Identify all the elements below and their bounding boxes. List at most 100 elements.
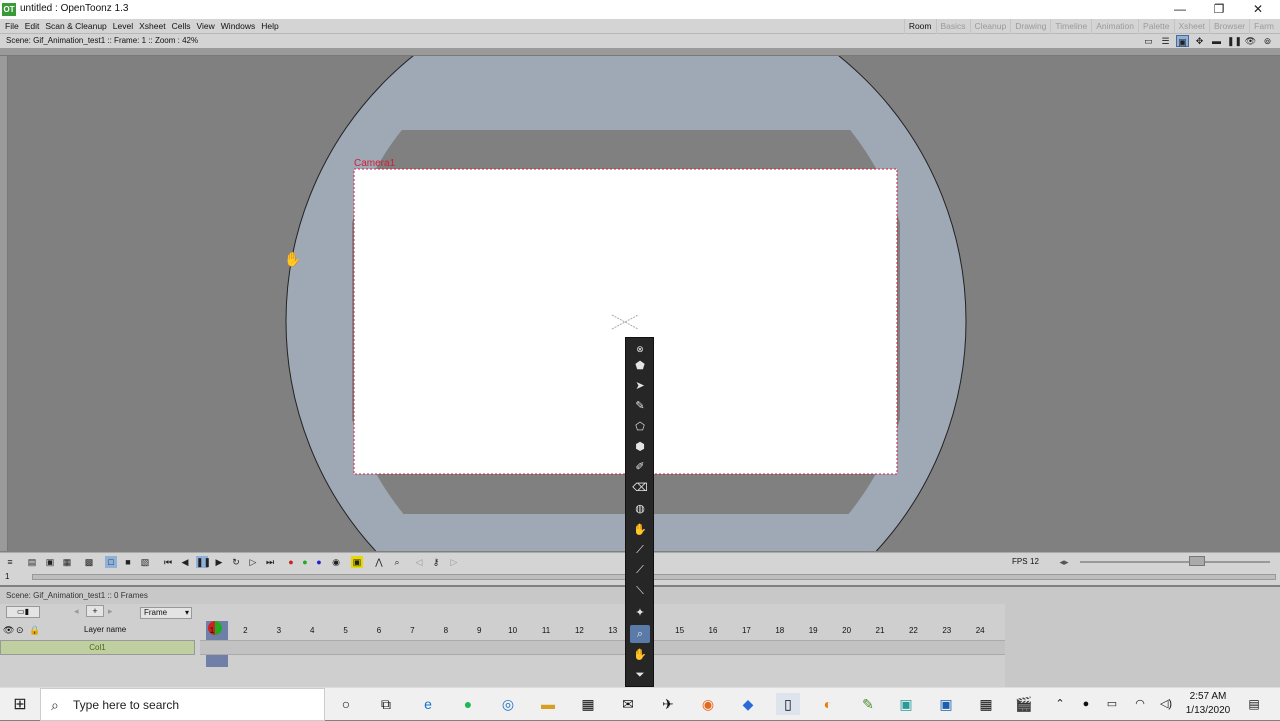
room-tab-timeline[interactable]: Timeline bbox=[1050, 19, 1091, 34]
room-tab-animation[interactable]: Animation bbox=[1091, 19, 1138, 34]
next-frame-icon[interactable]: ▷ bbox=[247, 556, 259, 568]
animate-tool-icon[interactable]: ⬟ bbox=[630, 357, 650, 375]
last-frame-icon[interactable]: ⏭ bbox=[264, 556, 276, 568]
maximize-button[interactable]: ❐ bbox=[1199, 0, 1239, 19]
minimize-button[interactable]: — bbox=[1160, 0, 1200, 19]
zoom-icon[interactable]: ⌕ bbox=[391, 556, 403, 568]
zoom-tool-icon[interactable]: ⌕ bbox=[630, 625, 650, 643]
safe-area-icon[interactable]: ▭ bbox=[1142, 35, 1155, 47]
app-icon-window[interactable]: ▣ bbox=[934, 693, 958, 715]
brush-tool-icon[interactable]: ✎ bbox=[630, 397, 650, 415]
file-explorer-icon[interactable]: ▬ bbox=[536, 693, 560, 715]
menu-xsheet[interactable]: Xsheet bbox=[136, 19, 168, 34]
firefox-icon[interactable]: ◉ bbox=[696, 693, 720, 715]
room-tab-basics[interactable]: Basics bbox=[935, 19, 970, 34]
type-tool-icon[interactable]: ⬢ bbox=[630, 438, 650, 456]
mail-icon[interactable]: ✉ bbox=[616, 693, 640, 715]
define-subcamera-icon[interactable]: ▩ bbox=[83, 556, 95, 568]
close-toolbar-icon[interactable]: ⊗ bbox=[630, 340, 650, 358]
app-icon-drop[interactable]: ◆ bbox=[736, 693, 760, 715]
key-icon[interactable]: ⚷ bbox=[430, 556, 442, 568]
room-tab-room[interactable]: Room bbox=[903, 19, 936, 34]
current-frame-field[interactable]: 1 bbox=[5, 572, 9, 581]
hand-tool-icon[interactable]: ✋ bbox=[630, 646, 650, 664]
menu-cells[interactable]: Cells bbox=[169, 19, 194, 34]
selection-tool-icon[interactable]: ➤ bbox=[630, 377, 650, 395]
room-tab-drawing[interactable]: Drawing bbox=[1010, 19, 1050, 34]
tray-chevron-icon[interactable]: ⌃ bbox=[1048, 693, 1072, 715]
fill-tool-icon[interactable]: ✐ bbox=[630, 458, 650, 476]
freeze-icon[interactable]: ❚❚ bbox=[1227, 35, 1242, 47]
vertical-ruler[interactable] bbox=[0, 56, 8, 551]
room-tab-palette[interactable]: Palette bbox=[1138, 19, 1173, 34]
store-icon[interactable]: ▦ bbox=[576, 693, 600, 715]
edge-icon[interactable]: e bbox=[416, 693, 440, 715]
field-guide-icon[interactable]: ☰ bbox=[1159, 35, 1172, 47]
fps-slider-handle[interactable] bbox=[1189, 556, 1205, 566]
app-icon-blue[interactable]: ◎ bbox=[496, 693, 520, 715]
frame-zoom-select[interactable]: Frame ▾ bbox=[140, 607, 192, 619]
taskbar-search[interactable]: ⌕ Type here to search bbox=[40, 688, 325, 721]
close-button[interactable]: ✕ bbox=[1238, 0, 1278, 19]
prev-column-icon[interactable]: ◂ bbox=[74, 606, 79, 617]
menu-scan-cleanup[interactable]: Scan & Cleanup bbox=[42, 19, 109, 34]
first-frame-icon[interactable]: ⏮ bbox=[162, 556, 174, 568]
geometric-tool-icon[interactable]: ⬠ bbox=[630, 418, 650, 436]
clapper-icon[interactable]: 🎬 bbox=[1012, 693, 1036, 715]
battery-icon[interactable]: ▭ bbox=[1100, 693, 1124, 715]
menu-file[interactable]: File bbox=[2, 19, 22, 34]
prev-frame-icon[interactable]: ◀ bbox=[179, 556, 191, 568]
room-tab-xsheet[interactable]: Xsheet bbox=[1173, 19, 1209, 34]
windows-start-icon[interactable]: ⊞ bbox=[0, 688, 40, 721]
save-icon[interactable]: ▤ bbox=[26, 556, 38, 568]
notepad-icon[interactable]: ▯ bbox=[776, 693, 800, 715]
control-point-editor-icon[interactable]: ⟋ bbox=[630, 561, 650, 579]
menu-windows[interactable]: Windows bbox=[218, 19, 258, 34]
checker-bg-icon[interactable]: ▧ bbox=[139, 556, 151, 568]
lock-icon[interactable]: 🔒 bbox=[29, 625, 40, 636]
room-tab-browser[interactable]: Browser bbox=[1208, 19, 1249, 34]
camera-stand-view-icon[interactable]: ▣ bbox=[1176, 35, 1189, 47]
console-menu-icon[interactable]: ≡ bbox=[4, 556, 16, 568]
menu-view[interactable]: View bbox=[194, 19, 218, 34]
preview-icon[interactable]: 👁 bbox=[1244, 35, 1257, 47]
prev-key-icon[interactable]: ◁ bbox=[413, 556, 425, 568]
app-icon-drone[interactable]: ✈ bbox=[656, 693, 680, 715]
blender-icon[interactable]: ◐ bbox=[816, 693, 840, 715]
cell-row[interactable] bbox=[200, 640, 1005, 655]
frame-slider[interactable] bbox=[32, 574, 1276, 580]
3d-view-icon[interactable]: ✥ bbox=[1193, 35, 1206, 47]
menu-edit[interactable]: Edit bbox=[22, 19, 43, 34]
more-tools-icon[interactable]: ⏷ bbox=[630, 666, 650, 684]
tape-tool-icon[interactable]: ◍ bbox=[630, 500, 650, 518]
spotify-icon[interactable]: ● bbox=[456, 693, 480, 715]
menu-level[interactable]: Level bbox=[110, 19, 136, 34]
sub-camera-preview-icon[interactable]: ⊚ bbox=[1261, 35, 1274, 47]
room-tab-cleanup[interactable]: Cleanup bbox=[969, 19, 1011, 34]
camstand-visible-icon[interactable]: ⊙ bbox=[16, 625, 24, 636]
menu-help[interactable]: Help bbox=[258, 19, 281, 34]
pause-icon[interactable]: ❚❚ bbox=[196, 556, 211, 568]
notification-icon[interactable]: ▤ bbox=[1242, 693, 1266, 715]
compare-icon[interactable]: ▦ bbox=[61, 556, 73, 568]
black-bg-icon[interactable]: ■ bbox=[122, 556, 134, 568]
cortana-icon[interactable]: ○ bbox=[334, 693, 358, 715]
loop-icon[interactable]: ↻ bbox=[230, 556, 242, 568]
green-channel-icon[interactable]: ● bbox=[299, 556, 311, 568]
layer-toggle-icon[interactable]: ▭▮ bbox=[6, 606, 40, 618]
blue-channel-icon[interactable]: ● bbox=[313, 556, 325, 568]
preview-visible-icon[interactable]: 👁 bbox=[3, 625, 14, 636]
play-icon[interactable]: ▶ bbox=[213, 556, 225, 568]
xsheet-cells[interactable]: 123456789101112131415161718192021222324 bbox=[200, 604, 1005, 687]
camera-view-icon[interactable]: ▬ bbox=[1210, 35, 1223, 47]
fps-arrows-icon[interactable]: ◂▸ bbox=[1058, 556, 1070, 568]
fps-value[interactable]: 12 bbox=[1030, 557, 1039, 566]
task-view-icon[interactable]: ⧉ bbox=[374, 693, 398, 715]
skeleton-tool-icon[interactable]: ✦ bbox=[630, 604, 650, 622]
room-tab-farm[interactable]: Farm bbox=[1249, 19, 1278, 34]
volume-icon[interactable]: ◁) bbox=[1154, 693, 1178, 715]
white-bg-icon[interactable]: □ bbox=[105, 556, 117, 568]
eraser-tool-icon[interactable]: ⌫ bbox=[630, 479, 650, 497]
rgb-picker-icon[interactable]: ⟋ bbox=[630, 541, 650, 559]
next-column-icon[interactable]: ▸ bbox=[108, 606, 113, 617]
